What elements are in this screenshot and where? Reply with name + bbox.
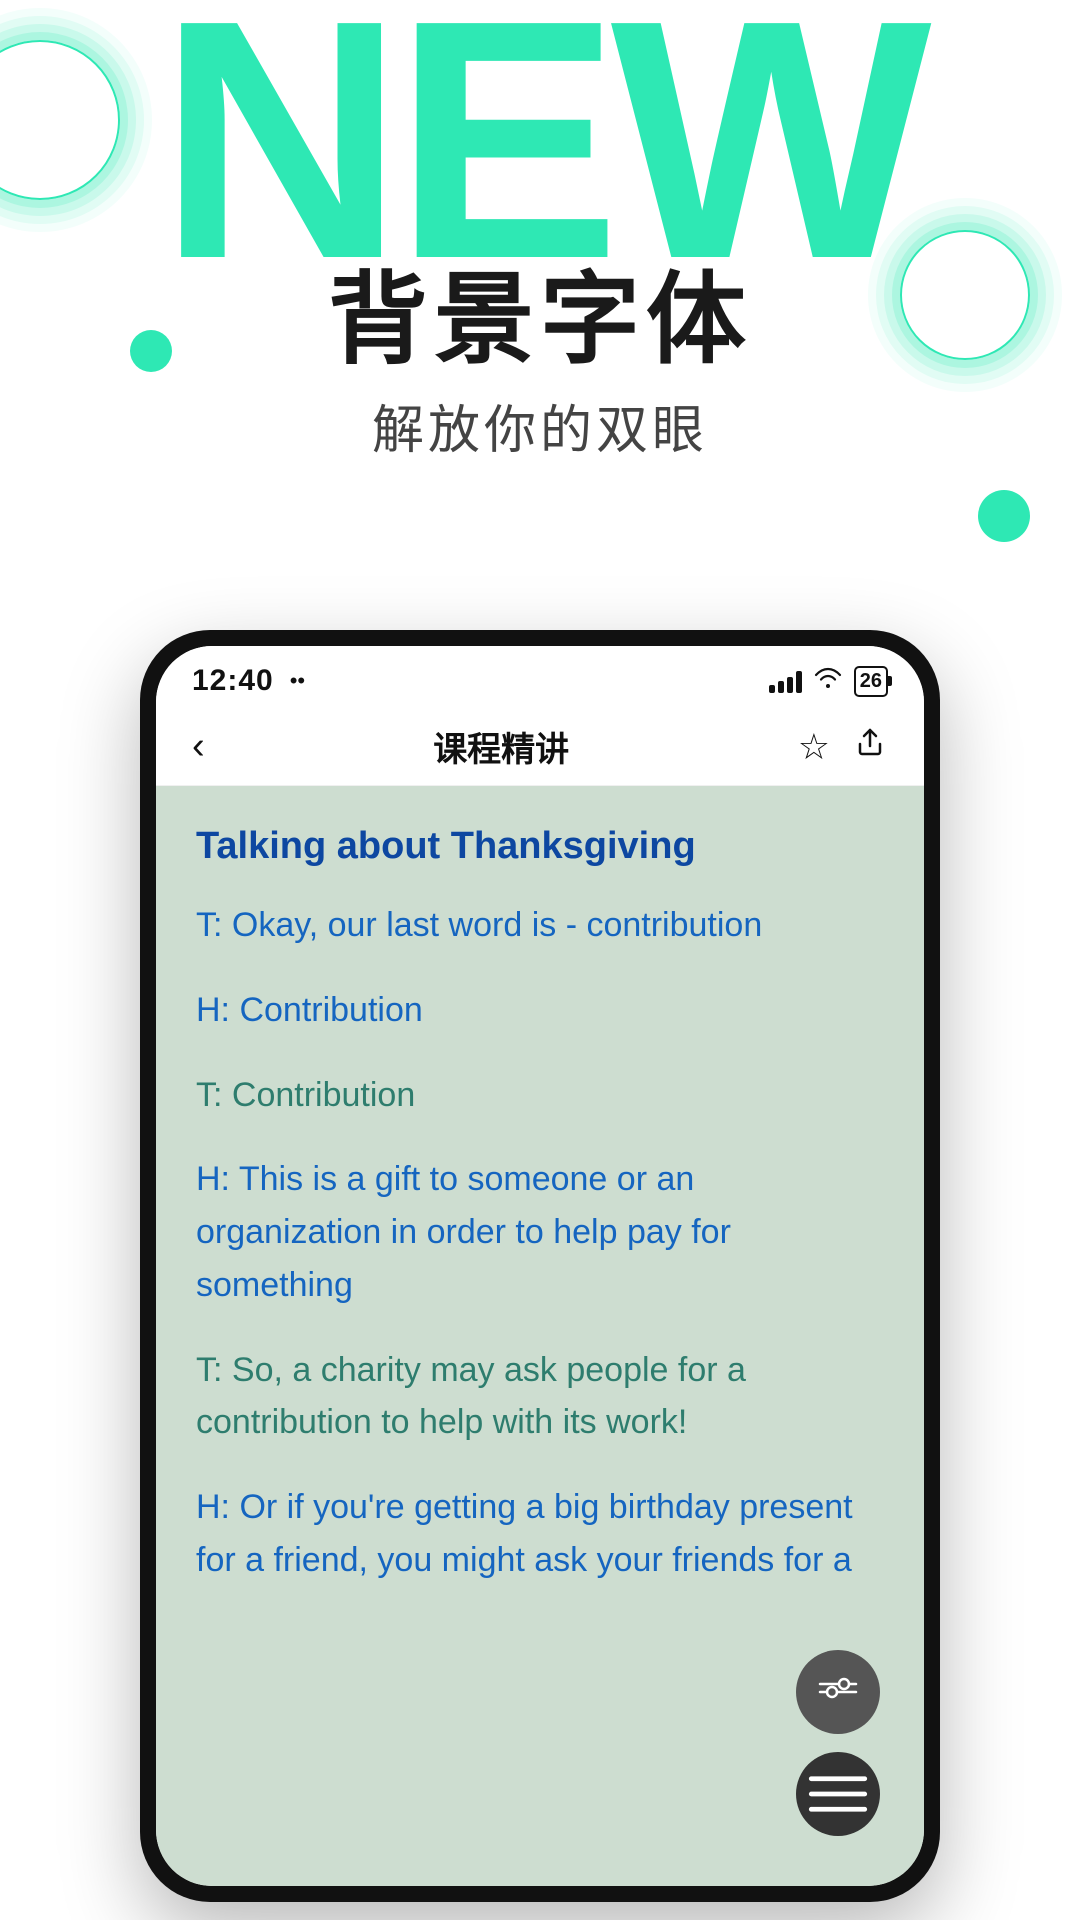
back-button[interactable]: ‹	[192, 725, 205, 768]
decorative-circle-right	[900, 230, 1030, 360]
dialogue-line-6: H: Or if you're getting a big birthday p…	[196, 1481, 884, 1586]
dialogue-line-5: T: So, a charity may ask people for a co…	[196, 1344, 884, 1449]
phone-outer: 12:40 •• 26	[140, 630, 940, 1902]
dialogue-line-4: H: This is a gift to someone or an organ…	[196, 1153, 884, 1311]
fab-container	[796, 1650, 880, 1836]
star-button[interactable]: ☆	[798, 726, 830, 768]
battery-icon: 26	[854, 666, 888, 697]
dialogue-line-3: T: Contribution	[196, 1069, 884, 1122]
status-bar: 12:40 •• 26	[156, 646, 924, 708]
nav-title: 课程精讲	[433, 722, 569, 771]
nav-bar: ‹ 课程精讲 ☆	[156, 708, 924, 786]
decorative-dot-right	[978, 490, 1030, 542]
wifi-icon	[814, 667, 842, 696]
phone-screen: 12:40 •• 26	[156, 646, 924, 1886]
hero-title-cn: 背景字体	[328, 238, 752, 383]
status-dots: ••	[290, 668, 305, 694]
decorative-dot-left	[130, 330, 172, 372]
signal-icon	[769, 669, 802, 693]
hero-section: NEW 背景字体 解放你的双眼	[0, 0, 1080, 620]
status-icons: 26	[769, 666, 888, 697]
dialogue-line-1: T: Okay, our last word is - contribution	[196, 899, 884, 952]
lesson-title: Talking about Thanksgiving	[196, 822, 884, 871]
phone-mockup: 12:40 •• 26	[140, 630, 940, 1902]
hero-subtitle-cn: 解放你的双眼	[372, 388, 708, 463]
content-area: Talking about Thanksgiving T: Okay, our …	[156, 786, 924, 1886]
decorative-circle-left	[0, 40, 120, 200]
share-button[interactable]	[852, 724, 888, 769]
nav-actions: ☆	[798, 724, 888, 769]
status-time: 12:40	[192, 664, 274, 698]
dialogue-line-2: H: Contribution	[196, 984, 884, 1037]
fab-settings-button[interactable]	[796, 1752, 880, 1836]
fab-filter-button[interactable]	[796, 1650, 880, 1734]
